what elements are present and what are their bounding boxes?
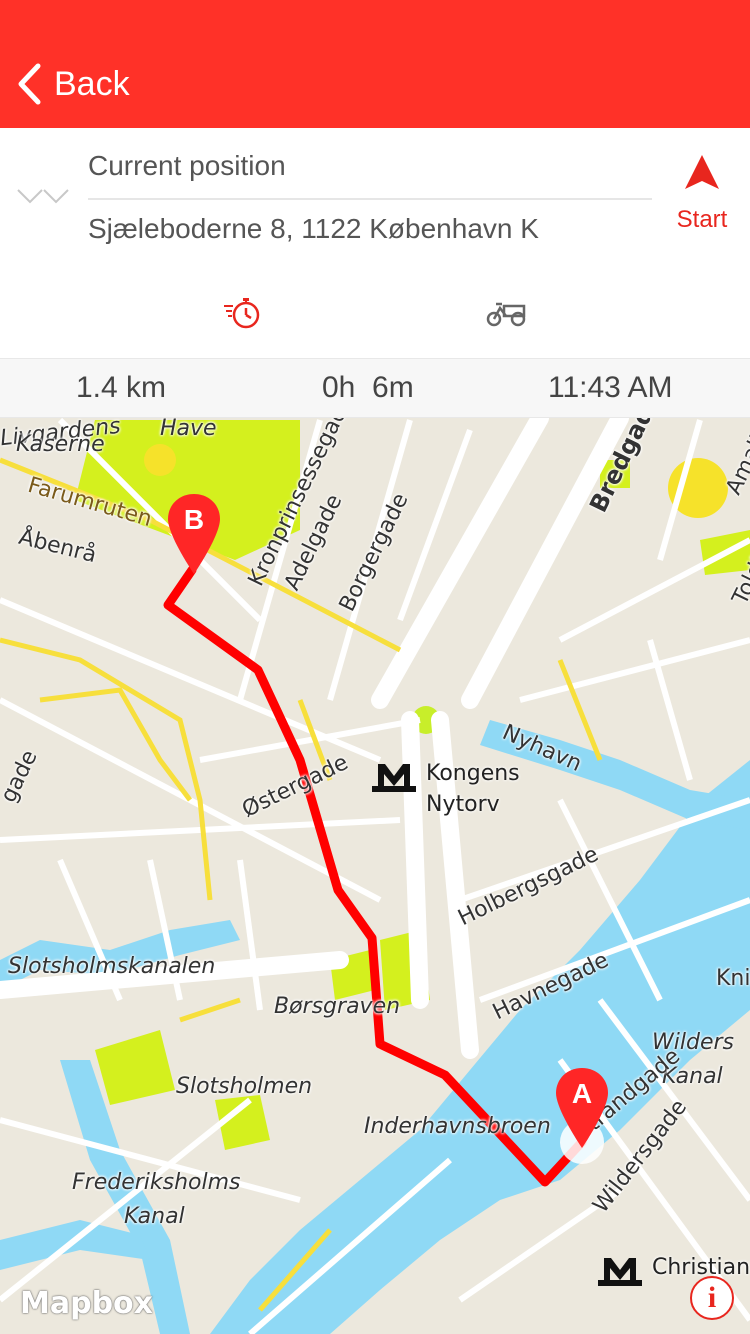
metro-icon — [372, 764, 416, 792]
navigation-arrow-icon — [685, 155, 719, 189]
map-label: Knip — [716, 966, 750, 991]
map-label: Inderhavnsbroen — [364, 1114, 551, 1139]
map-label: Frederiksholms — [72, 1170, 241, 1195]
origin-field[interactable]: Current position — [88, 150, 286, 182]
map-label: Have — [160, 418, 217, 441]
map-label: Slotsholmen — [176, 1074, 313, 1099]
metro-station-name: Kongens Nytorv — [426, 761, 520, 817]
field-divider — [88, 198, 652, 200]
back-label: Back — [54, 64, 130, 103]
route-summary-bar: 1.4 km 0h 6m 11:43 AM — [0, 358, 750, 418]
metro-icon — [598, 1258, 642, 1286]
metro-station-kongens-nytorv[interactable]: Kongens Nytorv — [372, 758, 520, 820]
origin-pin-icon[interactable]: A — [554, 1066, 610, 1150]
destination-field[interactable]: Sjæleboderne 8, 1122 København K — [88, 213, 539, 245]
pin-label: A — [572, 1078, 592, 1109]
cargo-bike-icon[interactable] — [486, 298, 528, 328]
swap-chevron-icon[interactable] — [16, 186, 70, 210]
start-button[interactable]: Start — [664, 154, 740, 234]
chevron-left-icon — [18, 63, 41, 105]
pin-label: B — [184, 504, 204, 535]
start-label: Start — [676, 206, 728, 233]
arrival-time: 11:43 AM — [548, 371, 673, 404]
mapbox-logo[interactable]: Mapbox — [20, 1286, 153, 1321]
top-bar: Back — [0, 0, 750, 128]
destination-pin-icon[interactable]: B — [166, 492, 222, 576]
map-label: Kanal — [124, 1204, 185, 1229]
back-button[interactable]: Back — [16, 62, 130, 106]
map-label: Kaserne — [16, 432, 105, 457]
map-view[interactable]: Livgardens Kaserne Have Farumruten Åbenr… — [0, 418, 750, 1334]
info-button[interactable]: i — [690, 1276, 734, 1320]
stopwatch-fast-icon[interactable] — [222, 296, 262, 330]
distance-value: 1.4 km — [76, 371, 167, 404]
map-label: Slotsholmskanalen — [8, 954, 216, 979]
map-label: Børsgraven — [274, 994, 401, 1019]
duration-value: 0h 6m — [322, 371, 414, 404]
